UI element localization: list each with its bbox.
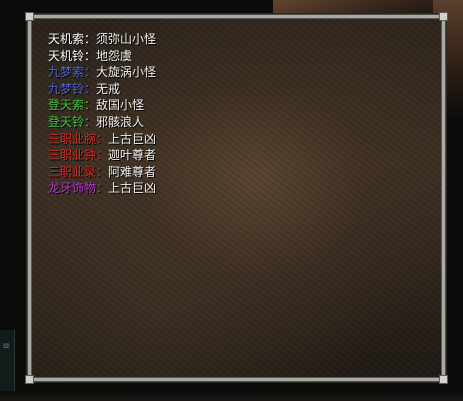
info-label: 天机铃 — [48, 48, 85, 63]
info-label: 龙牙饰物 — [48, 181, 97, 196]
info-label: 登天索 — [48, 98, 85, 113]
info-value: 迦叶尊者 — [108, 148, 157, 163]
info-label: 三职业钟 — [48, 148, 97, 163]
info-value: 上古巨凶 — [108, 131, 157, 146]
info-line: 九梦铃：无戒 — [48, 81, 156, 98]
info-label: 九梦索 — [48, 65, 85, 80]
bottom-strip — [0, 391, 463, 401]
info-separator: ： — [96, 181, 109, 196]
info-label: 天机索 — [48, 32, 85, 46]
info-value: 须弥山小怪 — [96, 32, 157, 46]
info-value: 地怨虞 — [96, 48, 133, 63]
info-value: 无戒 — [96, 81, 121, 96]
info-line: 天机铃：地怨虞 — [48, 48, 156, 65]
info-value: 阿难尊者 — [108, 164, 157, 179]
info-line: 九梦索：大旋涡小怪 — [48, 64, 156, 81]
info-line: 三职业钟：迦叶尊者 — [48, 147, 156, 164]
info-separator: ： — [84, 81, 97, 96]
frame-corner-tr — [439, 12, 448, 21]
info-value: 邪骸浪人 — [96, 114, 145, 129]
info-separator: ： — [96, 131, 109, 146]
info-line: 登天铃：邪骸浪人 — [48, 114, 156, 131]
info-label: 九梦铃 — [48, 81, 85, 96]
info-panel: 天机索：须弥山小怪 天机铃：地怨虞 九梦索：大旋涡小怪 九梦铃：无戒 登天索：敌… — [25, 12, 448, 384]
info-line: 天机索：须弥山小怪 — [48, 31, 156, 48]
info-separator: ： — [96, 164, 109, 179]
game-scene: ≡ 天机索：须弥山小怪 天机铃：地怨虞 九梦索：大旋涡小怪 九梦铃：无戒 登天索… — [0, 0, 463, 401]
info-label: 三职业录 — [48, 164, 97, 179]
info-value: 上古巨凶 — [108, 181, 157, 196]
info-separator: ： — [84, 114, 97, 129]
frame-corner-tl — [25, 12, 34, 21]
info-separator: ： — [84, 32, 97, 46]
info-separator: ： — [84, 65, 97, 80]
info-separator: ： — [96, 148, 109, 163]
side-marker-icon: ≡ — [2, 341, 11, 352]
frame-corner-bl — [25, 375, 34, 384]
info-separator: ： — [84, 48, 97, 63]
info-line: 登天索：敌国小怪 — [48, 97, 156, 114]
info-value: 大旋涡小怪 — [96, 65, 157, 80]
info-label: 登天铃 — [48, 114, 85, 129]
frame-corner-br — [439, 375, 448, 384]
info-line: 三职业腕：上古巨凶 — [48, 131, 156, 148]
info-separator: ： — [84, 98, 97, 113]
info-label: 三职业腕 — [48, 131, 97, 146]
info-line: 龙牙饰物：上古巨凶 — [48, 180, 156, 197]
info-value: 敌国小怪 — [96, 98, 145, 113]
info-list: 天机索：须弥山小怪 天机铃：地怨虞 九梦索：大旋涡小怪 九梦铃：无戒 登天索：敌… — [48, 31, 156, 197]
info-line: 三职业录：阿难尊者 — [48, 164, 156, 181]
